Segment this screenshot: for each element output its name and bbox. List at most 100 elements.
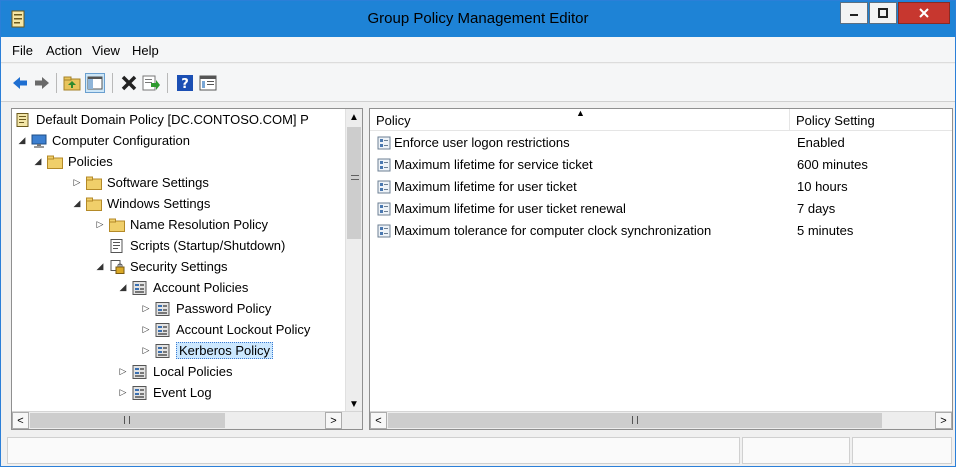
list-item[interactable]: Maximum lifetime for user ticket renewal… (370, 198, 952, 219)
tree-item-label-selected: Kerberos Policy (176, 342, 274, 359)
policy-container-icon (155, 301, 170, 316)
up-folder-icon[interactable] (63, 74, 81, 92)
tree-item-label: Local Policies (153, 364, 233, 379)
column-header-policy-setting[interactable]: Policy Setting (790, 109, 952, 131)
tree-item-event-log[interactable]: ▷ Event Log (118, 382, 212, 403)
column-header-label: Policy (376, 113, 411, 128)
expanded-arrow-icon[interactable]: ◢ (33, 156, 43, 167)
collapsed-arrow-icon[interactable]: ▷ (118, 387, 128, 398)
details-list[interactable]: ▲ Policy Policy Setting Enforce user log… (369, 108, 953, 430)
scroll-down-icon[interactable]: ▼ (349, 399, 359, 410)
tree-horizontal-scrollbar[interactable]: < > (12, 411, 362, 429)
close-button[interactable] (898, 2, 950, 24)
tree-item-software-settings[interactable]: ▷ Software Settings (72, 172, 209, 193)
collapsed-arrow-icon[interactable]: ▷ (141, 345, 151, 356)
tree-item-windows-settings[interactable]: ◢ Windows Settings (72, 193, 211, 214)
tree-item-scripts[interactable]: Scripts (Startup/Shutdown) (109, 235, 285, 256)
expanded-arrow-icon[interactable]: ◢ (95, 261, 105, 272)
list-horizontal-scrollbar[interactable]: < > (370, 411, 952, 429)
chevron-right-icon: > (940, 414, 947, 427)
toolbar-separator (56, 73, 57, 93)
tree-vertical-scrollbar[interactable]: ▲ ▼ (345, 109, 362, 412)
policy-container-icon (155, 343, 170, 358)
tree-item-kerberos-policy[interactable]: ▷ Kerberos Policy (141, 340, 274, 361)
toolbar-separator (167, 73, 168, 93)
folder-icon (86, 197, 102, 211)
menu-bar: File Action View Help (1, 37, 955, 63)
menu-help[interactable]: Help (132, 43, 159, 58)
status-cell (742, 437, 850, 464)
tree-item-label: Security Settings (130, 259, 228, 274)
policy-name: Maximum tolerance for computer clock syn… (394, 223, 712, 238)
chevron-right-icon: > (330, 414, 337, 427)
scrollbar-thumb[interactable] (30, 413, 225, 428)
tree-item-password-policy[interactable]: ▷ Password Policy (141, 298, 272, 319)
delete-icon[interactable] (120, 74, 138, 92)
tree-item-account-lockout-policy[interactable]: ▷ Account Lockout Policy (141, 319, 311, 340)
forward-icon[interactable] (33, 74, 51, 92)
maximize-icon (878, 8, 888, 18)
collapsed-arrow-icon[interactable]: ▷ (95, 219, 105, 230)
menu-file[interactable]: File (12, 43, 33, 58)
policy-setting-value: 5 minutes (797, 223, 854, 238)
security-settings-icon (110, 259, 125, 274)
tree-item-account-policies[interactable]: ◢ Account Policies (118, 277, 249, 298)
policy-container-icon (155, 322, 170, 337)
folder-icon (47, 155, 63, 169)
console-tree[interactable]: Default Domain Policy [DC.CONTOSO.COM] P… (11, 108, 363, 430)
policy-setting-icon (377, 224, 391, 237)
tree-item-root[interactable]: Default Domain Policy [DC.CONTOSO.COM] P (15, 109, 309, 130)
expanded-arrow-icon[interactable]: ◢ (17, 135, 27, 146)
collapsed-arrow-icon[interactable]: ▷ (72, 177, 82, 188)
tree-item-security-settings[interactable]: ◢ Security Settings (95, 256, 228, 277)
tree-item-label: Name Resolution Policy (130, 217, 269, 232)
scroll-right-button[interactable]: > (325, 412, 342, 429)
tree-item-label: Windows Settings (107, 196, 211, 211)
list-item[interactable]: Maximum lifetime for user ticket 10 hour… (370, 176, 952, 197)
main-window: Group Policy Management Editor File Acti… (0, 0, 956, 467)
collapsed-arrow-icon[interactable]: ▷ (141, 303, 151, 314)
computer-icon (31, 134, 47, 148)
title-bar[interactable]: Group Policy Management Editor (1, 1, 955, 37)
tree-item-computer-configuration[interactable]: ◢ Computer Configuration (17, 130, 191, 151)
status-bar (1, 435, 955, 466)
folder-icon (86, 176, 102, 190)
maximize-button[interactable] (869, 2, 897, 24)
export-list-icon[interactable] (142, 74, 160, 92)
scroll-left-button[interactable]: < (370, 412, 387, 429)
tree-item-policies[interactable]: ◢ Policies (33, 151, 113, 172)
collapsed-arrow-icon[interactable]: ▷ (141, 324, 151, 335)
minimize-button[interactable] (840, 2, 868, 24)
list-item[interactable]: Maximum tolerance for computer clock syn… (370, 220, 952, 241)
scrollbar-thumb[interactable] (388, 413, 882, 428)
tree-item-name-resolution-policy[interactable]: ▷ Name Resolution Policy (95, 214, 268, 235)
column-header-policy[interactable]: ▲ Policy (370, 109, 790, 131)
status-cell (7, 437, 740, 464)
policy-setting-icon (377, 180, 391, 193)
tree-item-local-policies[interactable]: ▷ Local Policies (118, 361, 233, 382)
list-item[interactable]: Enforce user logon restrictions Enabled (370, 132, 952, 153)
scroll-right-button[interactable]: > (935, 412, 952, 429)
svg-text:?: ? (181, 77, 189, 92)
back-icon[interactable] (11, 74, 29, 92)
collapsed-arrow-icon[interactable]: ▷ (118, 366, 128, 377)
menu-view[interactable]: View (92, 43, 120, 58)
menu-action[interactable]: Action (46, 43, 82, 58)
scroll-up-icon[interactable]: ▲ (349, 112, 359, 123)
policy-name: Enforce user logon restrictions (394, 135, 570, 150)
policy-name: Maximum lifetime for user ticket (394, 179, 577, 194)
list-item[interactable]: Maximum lifetime for service ticket 600 … (370, 154, 952, 175)
grip-icon (632, 416, 638, 424)
chevron-left-icon: < (375, 414, 382, 427)
expanded-arrow-icon[interactable]: ◢ (118, 282, 128, 293)
tree-item-label: Event Log (153, 385, 212, 400)
scroll-left-button[interactable]: < (12, 412, 29, 429)
tree-item-label: Password Policy (176, 301, 272, 316)
expanded-arrow-icon[interactable]: ◢ (72, 198, 82, 209)
status-cell (852, 437, 952, 464)
help-icon[interactable]: ? (176, 74, 194, 92)
properties-icon[interactable] (199, 74, 217, 92)
scrollbar-thumb[interactable] (347, 127, 361, 239)
policy-setting-value: 10 hours (797, 179, 848, 194)
show-hide-tree-icon[interactable] (85, 73, 105, 93)
